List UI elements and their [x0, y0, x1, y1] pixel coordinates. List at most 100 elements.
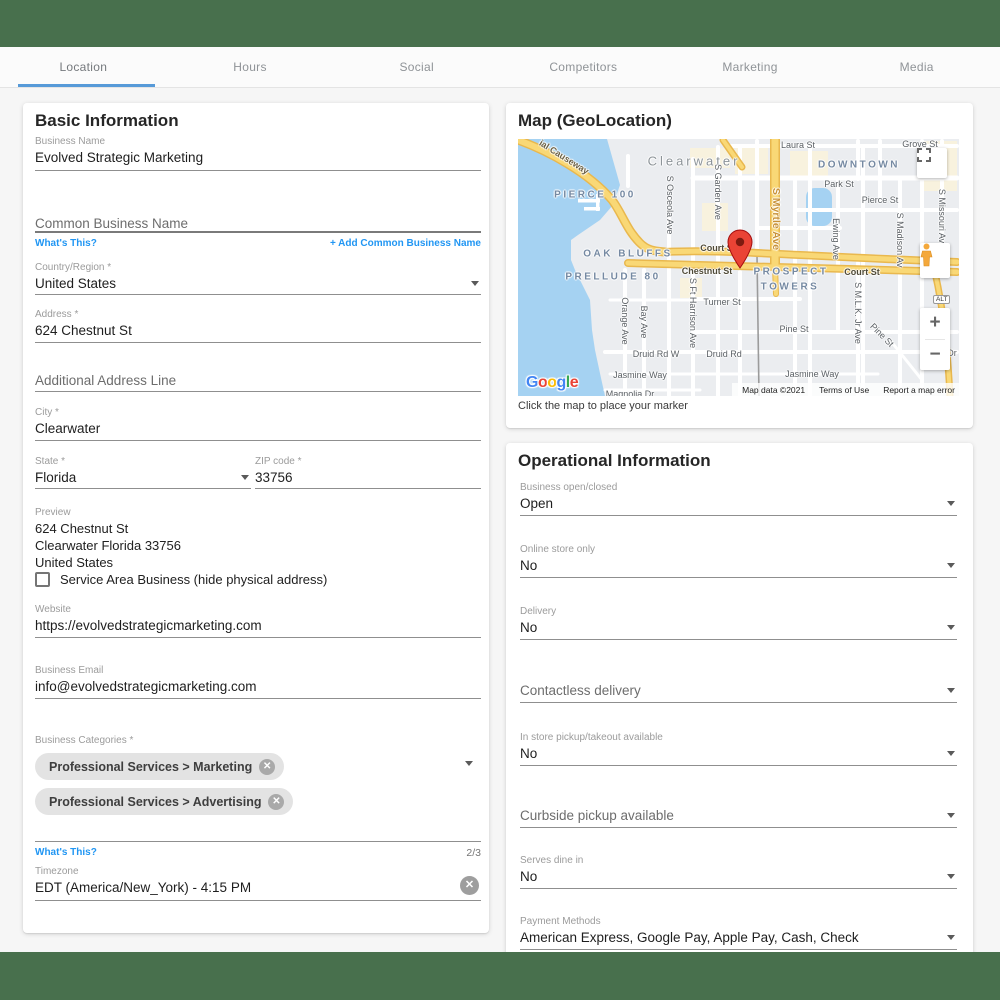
category-chip-label: Professional Services > Advertising: [49, 795, 261, 809]
tab-social[interactable]: Social: [333, 47, 500, 87]
timezone-field[interactable]: Timezone EDT (America/New_York) - 4:15 P…: [35, 866, 481, 901]
map-label-turner-st: Turner St: [703, 297, 740, 307]
basic-information-card: Basic Information Business Name Evolved …: [23, 103, 489, 933]
common-business-name-field[interactable]: Common Business Name: [35, 215, 481, 233]
city-field[interactable]: City * Clearwater: [35, 407, 481, 441]
business-name-value[interactable]: Evolved Strategic Marketing: [35, 150, 203, 165]
map-attribution: Map data ©2021 Terms of Use Report a map…: [732, 383, 959, 396]
address-value[interactable]: 624 Chestnut St: [35, 323, 132, 338]
tab-marketing[interactable]: Marketing: [667, 47, 834, 87]
country-value[interactable]: United States: [35, 276, 116, 291]
field-label: [520, 669, 957, 682]
zoom-in-button[interactable]: +: [920, 308, 950, 339]
chevron-down-icon[interactable]: [947, 751, 955, 756]
pegman-button[interactable]: [920, 243, 950, 278]
field-value[interactable]: No: [520, 869, 537, 884]
clear-icon[interactable]: ✕: [460, 876, 479, 895]
state-value[interactable]: Florida: [35, 470, 76, 485]
chevron-down-icon[interactable]: [947, 874, 955, 879]
chevron-down-icon[interactable]: [947, 563, 955, 568]
chevron-down-icon[interactable]: [947, 501, 955, 506]
service-area-row: Service Area Business (hide physical add…: [35, 572, 327, 587]
category-chip[interactable]: Professional Services > Marketing ✕: [35, 753, 284, 780]
google-logo[interactable]: Google: [526, 374, 578, 392]
city-value[interactable]: Clearwater: [35, 421, 100, 436]
chevron-down-icon[interactable]: [947, 813, 955, 818]
chevron-down-icon[interactable]: [947, 688, 955, 693]
remove-chip-icon[interactable]: ✕: [259, 759, 275, 775]
operational-field-payment-methods[interactable]: Payment MethodsAmerican Express, Google …: [520, 916, 957, 950]
zoom-out-button[interactable]: −: [920, 340, 950, 371]
whats-this-link[interactable]: What's This?: [35, 238, 97, 249]
operational-field-curbside-pickup-available[interactable]: Curbside pickup available: [520, 794, 957, 828]
tab-hours[interactable]: Hours: [167, 47, 334, 87]
common-business-name-placeholder[interactable]: Common Business Name: [35, 216, 188, 231]
terms-of-use-link[interactable]: Terms of Use: [819, 385, 869, 395]
map-label-bay-ave: Bay Ave: [639, 306, 649, 339]
google-logo-letter: o: [538, 374, 547, 391]
categories-counter: 2/3: [466, 847, 481, 859]
category-chip-label: Professional Services > Marketing: [49, 760, 252, 774]
operational-field-online-store-only[interactable]: Online store onlyNo: [520, 544, 957, 578]
zip-field[interactable]: ZIP code * 33756: [255, 456, 481, 489]
operational-field-delivery[interactable]: DeliveryNo: [520, 606, 957, 640]
state-label: State *: [35, 456, 251, 469]
map-label-clearwater: Clearwater: [648, 154, 741, 169]
business-categories-label: Business Categories *: [35, 735, 481, 748]
field-value[interactable]: American Express, Google Pay, Apple Pay,…: [520, 930, 859, 945]
google-logo-letter: G: [526, 374, 538, 391]
field-value[interactable]: No: [520, 746, 537, 761]
website-label: Website: [35, 604, 481, 617]
operational-field-business-open-closed[interactable]: Business open/closedOpen: [520, 482, 957, 516]
business-email-field[interactable]: Business Email info@evolvedstrategicmark…: [35, 665, 481, 699]
website-field[interactable]: Website https://evolvedstrategicmarketin…: [35, 604, 481, 638]
chevron-down-icon[interactable]: [947, 935, 955, 940]
field-value[interactable]: No: [520, 558, 537, 573]
map-label-pine-st: Pine St: [779, 324, 808, 334]
country-field[interactable]: Country/Region * United States: [35, 262, 481, 295]
business-name-label: Business Name: [35, 136, 481, 149]
zoom-control[interactable]: + −: [920, 308, 950, 370]
fullscreen-button[interactable]: [917, 148, 947, 178]
chevron-down-icon[interactable]: [947, 625, 955, 630]
report-map-error-link[interactable]: Report a map error: [883, 385, 955, 395]
chevron-down-icon[interactable]: [465, 761, 473, 766]
map-label-chestnut-st: Chestnut St: [682, 266, 733, 276]
whats-this-link[interactable]: What's This?: [35, 847, 97, 859]
tab-location[interactable]: Location: [0, 47, 167, 87]
zip-value[interactable]: 33756: [255, 470, 293, 485]
tab-competitors[interactable]: Competitors: [500, 47, 667, 87]
timezone-value[interactable]: EDT (America/New_York) - 4:15 PM: [35, 880, 251, 895]
field-value[interactable]: Contactless delivery: [520, 683, 641, 698]
operational-field-serves-dine-in[interactable]: Serves dine inNo: [520, 855, 957, 889]
zip-label: ZIP code *: [255, 456, 481, 469]
field-value[interactable]: Curbside pickup available: [520, 808, 674, 823]
website-value[interactable]: https://evolvedstrategicmarketing.com: [35, 618, 262, 633]
chevron-down-icon[interactable]: [471, 281, 479, 286]
basic-information-title: Basic Information: [35, 111, 179, 131]
add-common-business-name-link[interactable]: + Add Common Business Name: [330, 238, 481, 249]
remove-chip-icon[interactable]: ✕: [268, 794, 284, 810]
business-email-value[interactable]: info@evolvedstrategicmarketing.com: [35, 679, 257, 694]
field-label: Payment Methods: [520, 916, 957, 929]
operational-field-contactless-delivery[interactable]: Contactless delivery: [520, 669, 957, 703]
map-data-text: Map data ©2021: [742, 385, 805, 395]
operational-field-in-store-pickup-takeout-available[interactable]: In store pickup/takeout availableNo: [520, 732, 957, 766]
additional-address-placeholder[interactable]: Additional Address Line: [35, 373, 176, 388]
field-value[interactable]: No: [520, 620, 537, 635]
map-label-prellude-80: PRELLUDE 80: [565, 272, 660, 283]
top-green-bar: [0, 0, 1000, 47]
business-email-label: Business Email: [35, 665, 481, 678]
service-area-checkbox[interactable]: [35, 572, 50, 587]
state-field[interactable]: State * Florida: [35, 456, 251, 489]
field-value[interactable]: Open: [520, 496, 553, 511]
additional-address-field[interactable]: Additional Address Line: [35, 372, 481, 392]
category-chip[interactable]: Professional Services > Advertising ✕: [35, 788, 293, 815]
field-label: Serves dine in: [520, 855, 957, 868]
chevron-down-icon[interactable]: [241, 475, 249, 480]
operational-information-title: Operational Information: [518, 451, 711, 471]
tab-media[interactable]: Media: [833, 47, 1000, 87]
map-canvas[interactable]: ClearwaterDOWNTOWNPIERCE 100OAK BLUFFSPR…: [518, 139, 959, 396]
business-name-field[interactable]: Business Name Evolved Strategic Marketin…: [35, 136, 481, 171]
address-field[interactable]: Address * 624 Chestnut St: [35, 309, 481, 343]
